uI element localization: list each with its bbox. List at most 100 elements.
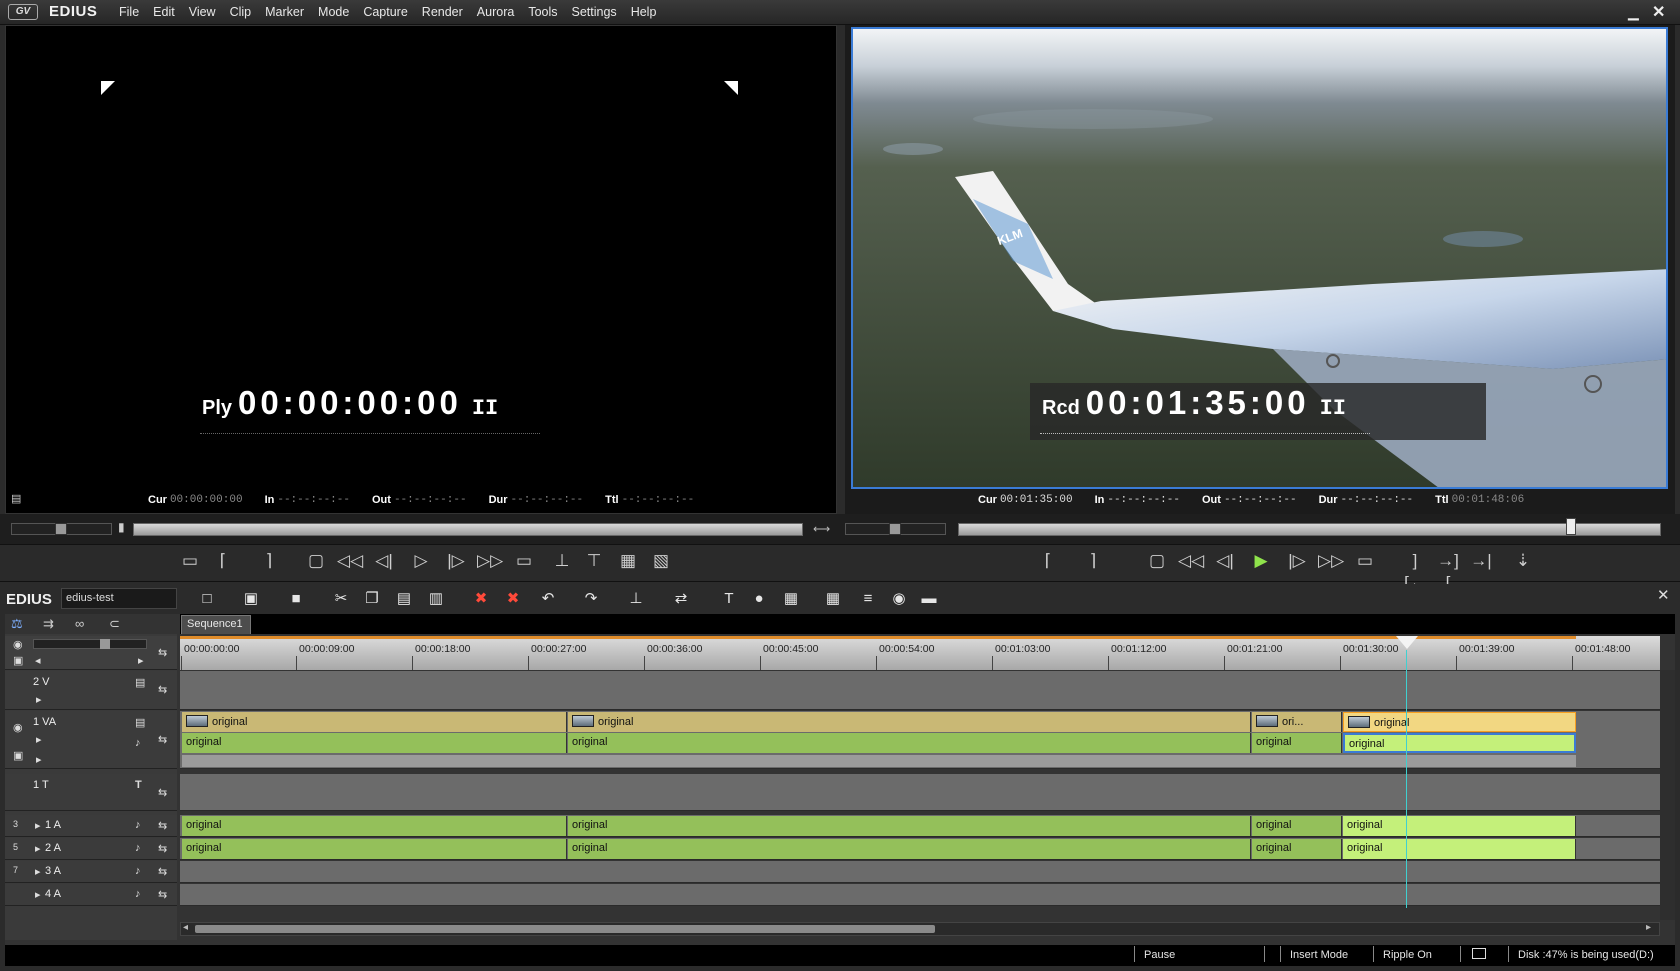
menu-capture[interactable]: Capture [356, 5, 414, 19]
audio-clip[interactable]: original [1252, 816, 1342, 836]
export-icon[interactable]: ⇣ [1510, 550, 1536, 572]
expand-icon[interactable]: ▸ [35, 865, 41, 878]
scroll-left-icon[interactable]: ◂ [183, 922, 188, 933]
sync-lock-icon[interactable]: ⚖ [11, 616, 23, 632]
render-icon[interactable]: ▦ [780, 589, 802, 609]
set-mode-icon[interactable]: ⊥ [625, 589, 647, 609]
rec-rewind-icon[interactable]: ◁◁ [1178, 550, 1204, 572]
ripple-status[interactable]: Ripple On [1383, 949, 1432, 961]
stop-icon[interactable]: ▢ [303, 550, 329, 572]
track-header-2v[interactable]: 2 V ▤ ▸ ⇆ [5, 671, 177, 710]
audio-clip[interactable]: original [182, 816, 567, 836]
audio-clip[interactable]: original [1343, 839, 1576, 859]
menu-aurora[interactable]: Aurora [470, 5, 522, 19]
sync-monitors-icon[interactable]: ⟷ [813, 522, 830, 536]
audio-clip[interactable]: original [568, 733, 1251, 753]
layout-icon[interactable]: ▬ [918, 589, 940, 609]
expand-icon[interactable]: ▸ [35, 888, 41, 901]
track-sync-icon[interactable]: ⇆ [158, 786, 167, 799]
audio-channel-icon[interactable]: ▣ [13, 749, 23, 762]
timeline-vertical-scrollbar[interactable] [1660, 670, 1675, 920]
play-around-icon[interactable]: →| [1468, 550, 1494, 572]
track-header-1a[interactable]: 3 ▸ 1 A ♪ ⇆ [5, 815, 177, 837]
video-clip[interactable]: original [568, 712, 1251, 732]
audio-mixer-icon[interactable]: ≡ [857, 589, 879, 609]
player-shuttle-handle[interactable] [55, 523, 67, 535]
speaker-icon[interactable]: ♪ [135, 842, 141, 854]
eye-icon[interactable]: ◉ [13, 721, 23, 734]
link-icon[interactable]: ⇄ [670, 589, 692, 609]
track-header-2a[interactable]: 5 ▸ 2 A ♪ ⇆ [5, 838, 177, 860]
paste-icon[interactable]: ▤ [393, 589, 415, 609]
rec-step-back-icon[interactable]: ◁| [1212, 550, 1238, 572]
monitor-icon[interactable] [1472, 948, 1486, 959]
menu-settings[interactable]: Settings [565, 5, 624, 19]
delete-icon[interactable]: ✖ [470, 589, 492, 609]
rec-set-out-icon[interactable]: ⌉ [1080, 550, 1106, 572]
menu-file[interactable]: File [112, 5, 146, 19]
scroll-right-icon[interactable]: ▸ [1646, 922, 1651, 933]
player-position-bar[interactable] [133, 523, 803, 536]
ripple-icon[interactable]: ⇉ [43, 616, 54, 632]
track-2v-lane[interactable] [180, 671, 1660, 710]
recorder-position-bar[interactable] [958, 523, 1661, 536]
step-forward-icon[interactable]: |▷ [443, 550, 469, 572]
redo-icon[interactable]: ↷ [580, 589, 602, 609]
speaker-icon[interactable]: ♪ [135, 865, 141, 877]
rewind-icon[interactable]: ◁◁ [337, 550, 363, 572]
replace-icon[interactable]: ▥ [425, 589, 447, 609]
lock-icon[interactable]: ▣ [13, 654, 23, 667]
expand-icon[interactable]: ▸ [35, 819, 41, 832]
insert-overwrite-icon[interactable]: ⊂ [109, 616, 120, 632]
add-clip-icon[interactable]: ▦ [615, 550, 641, 572]
video-mute-icon[interactable]: ▤ [135, 716, 145, 729]
grid-icon[interactable]: ▦ [822, 589, 844, 609]
insert-timeline-icon[interactable]: ▭ [177, 550, 203, 572]
insert-to-timeline-icon[interactable]: ⊥ [549, 550, 575, 572]
track-sync-icon[interactable]: ⇆ [158, 865, 167, 878]
audio-clip[interactable]: original [182, 839, 567, 859]
video-mute-icon[interactable]: ▤ [135, 676, 145, 689]
audio-clip[interactable]: original [1252, 733, 1342, 753]
expand-icon[interactable]: ▸ [36, 753, 42, 766]
volume-rubberband[interactable] [182, 755, 1576, 767]
audio-clip[interactable]: original [182, 733, 567, 753]
minimize-icon[interactable]: ▁ [1628, 4, 1639, 21]
rec-play-icon[interactable]: ▶ [1248, 550, 1274, 572]
open-project-icon[interactable]: ▣ [240, 589, 262, 609]
eye-icon[interactable]: ◉ [13, 638, 23, 651]
save-icon[interactable]: ■ [285, 589, 307, 609]
menu-clip[interactable]: Clip [223, 5, 259, 19]
speaker-icon[interactable]: ♪ [135, 888, 141, 900]
menu-edit[interactable]: Edit [146, 5, 182, 19]
timeline-scroll-thumb[interactable] [195, 925, 935, 933]
menu-help[interactable]: Help [624, 5, 664, 19]
menu-render[interactable]: Render [415, 5, 470, 19]
menu-tools[interactable]: Tools [521, 5, 564, 19]
zoom-slider[interactable] [33, 639, 147, 649]
expand-icon[interactable]: ▸ [35, 842, 41, 855]
expand-icon[interactable]: ▸ [36, 693, 42, 706]
step-back-icon[interactable]: ◁| [371, 550, 397, 572]
audio-clip[interactable]: original [1252, 839, 1342, 859]
audio-clip[interactable]: original [1343, 816, 1576, 836]
menu-mode[interactable]: Mode [311, 5, 356, 19]
track-sync-icon[interactable]: ⇆ [158, 646, 167, 659]
rec-step-forward-icon[interactable]: |▷ [1284, 550, 1310, 572]
new-sequence-icon[interactable]: □ [196, 589, 218, 609]
title-track-icon[interactable]: T [135, 779, 142, 791]
set-out-icon[interactable]: ⌉ [256, 550, 282, 572]
audio-channel-badge[interactable]: 3 [13, 819, 18, 829]
time-ruler[interactable]: 00:00:00:00 00:00:09:00 00:00:18:00 00:0… [180, 636, 1660, 670]
track-header-1t[interactable]: 1 T T ⇆ [5, 774, 177, 811]
fast-forward-icon[interactable]: ▷▷ [477, 550, 503, 572]
audio-channel-badge[interactable]: 7 [13, 865, 18, 875]
ripple-delete-icon[interactable]: ✖ [502, 589, 524, 609]
vectorscope-icon[interactable]: ◉ [888, 589, 910, 609]
track-sync-icon[interactable]: ⇆ [158, 888, 167, 901]
video-clip[interactable]: ori... [1252, 712, 1342, 732]
close-icon[interactable]: ✕ [1652, 2, 1665, 22]
add-clip-alt-icon[interactable]: ▧ [648, 550, 674, 572]
video-clip[interactable]: original [182, 712, 567, 732]
track-1t-lane[interactable] [180, 774, 1660, 811]
